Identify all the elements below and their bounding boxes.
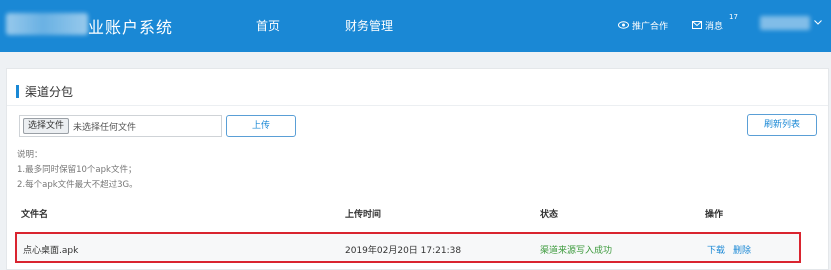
nav-item-home[interactable]: 首页 [256,17,280,34]
refresh-list-button[interactable]: 刷新列表 [747,114,817,136]
column-header-filename: 文件名 [21,210,49,220]
file-table: 文件名 上传时间 状态 操作 点心桌面.apk 2019年02月20日 17:2… [15,207,823,263]
notes-heading: 说明： [17,150,43,160]
table-header-row: 文件名 上传时间 状态 操作 [15,207,823,223]
channel-package-panel: 渠道分包 选择文件 未选择任何文件 上传 刷新列表 说明： 1.最多同时保留10… [6,68,829,270]
notes-line-2: 2.每个apk文件最大不超过3G。 [17,180,138,190]
file-input[interactable]: 选择文件 未选择任何文件 [19,115,222,137]
nav-item-finance[interactable]: 财务管理 [345,17,393,34]
chevron-down-icon[interactable] [814,18,822,28]
title-accent-bar [16,85,19,98]
column-header-status: 状态 [540,210,559,220]
eye-icon [618,21,629,31]
column-header-actions: 操作 [705,210,724,220]
top-navigation-bar: 业账户系统 首页 财务管理 推广合作 消息 17 [0,0,831,52]
file-name-cell: 点心桌面.apk [23,246,79,256]
actions-cell: 下载 删除 [707,243,751,256]
table-row: 点心桌面.apk 2019年02月20日 17:21:38 渠道来源写入成功 下… [15,232,801,263]
mail-icon [692,21,702,31]
brand-logo-redacted [6,13,88,35]
delete-link[interactable]: 删除 [733,243,751,256]
upload-time-cell: 2019年02月20日 17:21:38 [345,246,462,256]
choose-file-button[interactable]: 选择文件 [23,118,70,134]
column-header-upload-time: 上传时间 [345,210,382,220]
upload-notes: 说明： 1.最多同时保留10个apk文件； 2.每个apk文件最大不超过3G。 [17,148,138,193]
section-title: 渠道分包 [25,85,74,99]
section-header: 渠道分包 [16,83,73,100]
app-title: 业账户系统 [88,18,174,37]
divider [7,105,828,106]
messages-link[interactable]: 消息 [692,19,723,32]
promo-label: 推广合作 [632,22,669,32]
messages-label: 消息 [705,22,724,32]
upload-button[interactable]: 上传 [226,115,296,137]
file-status-text: 未选择任何文件 [73,122,137,133]
promo-link[interactable]: 推广合作 [618,19,668,32]
notes-line-1: 1.最多同时保留10个apk文件； [17,165,137,175]
messages-count-badge: 17 [729,13,738,21]
status-cell: 渠道来源写入成功 [540,246,613,256]
user-name-redacted[interactable] [760,16,810,30]
download-link[interactable]: 下载 [707,243,725,256]
